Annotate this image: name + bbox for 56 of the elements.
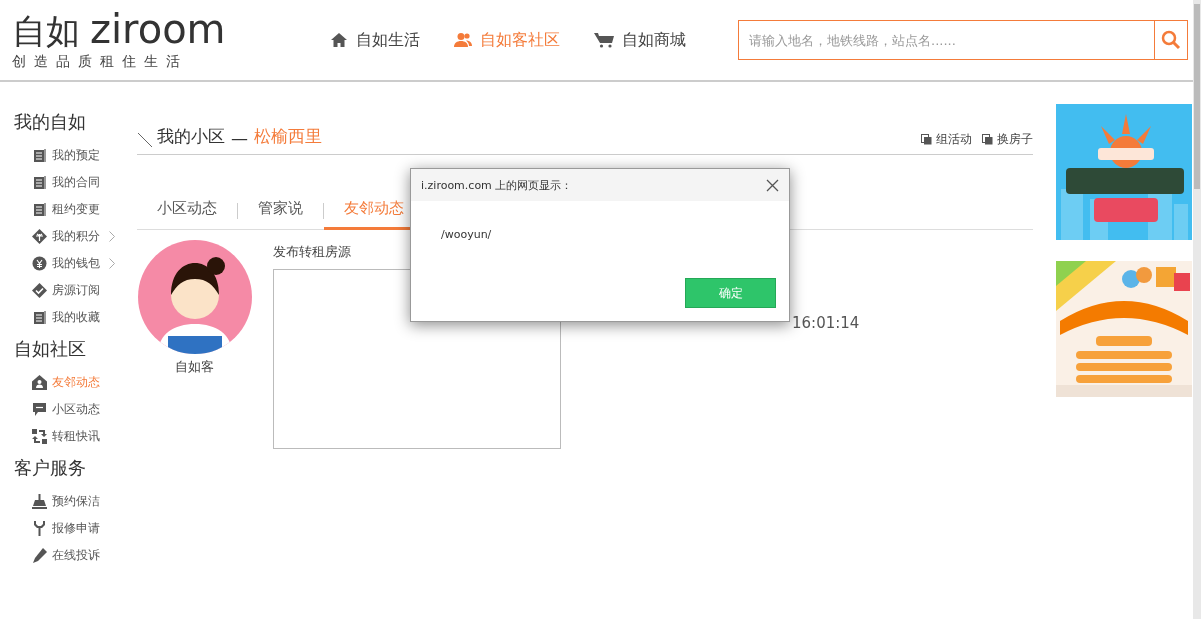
document-icon <box>32 310 47 325</box>
search-button[interactable] <box>1154 20 1188 60</box>
sidebar-item[interactable]: 我的积分 <box>32 223 137 250</box>
sidebar-item[interactable]: 我的合同 <box>32 169 137 196</box>
sidebar-item[interactable]: 租约变更 <box>32 196 137 223</box>
logo-text[interactable]: 自如 <box>12 14 80 48</box>
sidebar-heading: 我的自如 <box>14 110 87 134</box>
gift-icon <box>32 229 47 244</box>
logo-tagline: 创造品质租住生活 <box>12 53 189 71</box>
community-name: 松榆西里 <box>254 125 322 148</box>
document-icon <box>32 202 47 217</box>
user-name: 自如客 <box>175 358 214 376</box>
title-separator: — <box>231 128 248 148</box>
sidebar-heading: 客户服务 <box>14 456 87 480</box>
sidebar-item[interactable]: 小区动态 <box>32 396 137 423</box>
action-link[interactable]: 换房子 <box>982 131 1033 148</box>
sidebar-item[interactable]: 我的钱包 <box>32 250 137 277</box>
copy-icon <box>921 134 932 145</box>
cart-icon <box>594 32 614 48</box>
sidebar-item[interactable]: 预约保洁 <box>32 488 137 515</box>
sidebar-heading: 自如社区 <box>14 337 87 361</box>
coin-icon <box>32 256 47 271</box>
action-link[interactable]: 组活动 <box>921 131 972 148</box>
page-title: 我的小区 <box>157 125 225 148</box>
sidebar-item[interactable]: 我的预定 <box>32 142 137 169</box>
check-icon <box>32 283 47 298</box>
sidebar-item[interactable]: 在线投诉 <box>32 542 137 569</box>
tab[interactable]: 小区动态 <box>137 190 237 230</box>
logo-brand[interactable]: ziroom <box>90 9 226 49</box>
tab[interactable]: 管家说 <box>238 190 323 230</box>
nav-link[interactable]: 自如商城 <box>594 29 686 51</box>
close-icon[interactable] <box>766 178 779 192</box>
search-field[interactable]: 请输入地名，地铁线路，站点名...... <box>738 20 1154 60</box>
chat-icon <box>32 402 47 417</box>
broom-icon <box>32 494 47 509</box>
dialog-message: /wooyun/ <box>441 228 492 241</box>
home-icon <box>330 32 348 48</box>
copy-icon <box>982 134 993 145</box>
swap-icon <box>32 429 47 444</box>
search-icon[interactable] <box>1161 30 1181 50</box>
slash-icon <box>137 132 153 148</box>
sidebar-item[interactable]: 转租快讯 <box>32 423 137 450</box>
document-icon <box>32 175 47 190</box>
people-icon <box>454 32 472 48</box>
scrollbar-thumb[interactable] <box>1194 4 1200 189</box>
wrench-icon <box>32 521 47 536</box>
pencil-icon <box>32 548 47 563</box>
post-label: 发布转租房源 <box>273 243 352 261</box>
nav-link[interactable]: 自如生活 <box>330 29 420 51</box>
house-person-icon <box>32 375 47 390</box>
sidebar-item[interactable]: 报修申请 <box>32 515 137 542</box>
sidebar-item[interactable]: 我的收藏 <box>32 304 137 331</box>
move-in-time: 16:01:14 <box>792 314 860 334</box>
sidebar-item[interactable]: 房源订阅 <box>32 277 137 304</box>
dialog-title: i.ziroom.com 上的网页显示： <box>421 177 573 193</box>
document-icon <box>32 148 47 163</box>
